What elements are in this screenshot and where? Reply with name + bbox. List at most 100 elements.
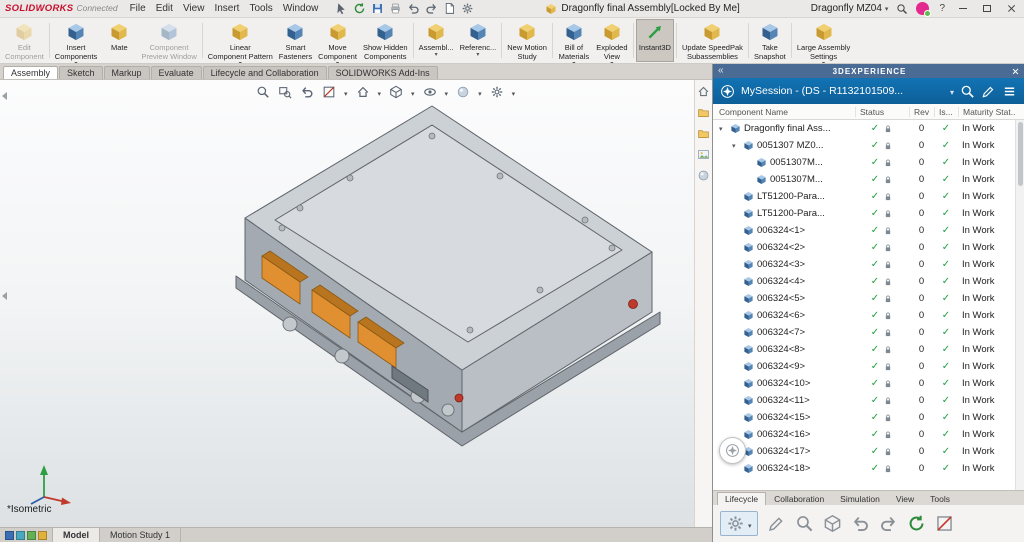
dropdown-arrow-icon[interactable]: ▾ [476, 52, 479, 59]
component-row[interactable]: ▾ 0051307 MZ0... ✓ 0 ✓ In Work [713, 137, 1015, 154]
tab-sketch[interactable]: Sketch [59, 66, 103, 79]
lifecycle-actions-icon[interactable] [726, 514, 745, 533]
menu-icon[interactable] [1002, 84, 1017, 99]
component-row[interactable]: 006324<6> ✓ 0 ✓ In Work [713, 307, 1015, 324]
scrollbar-thumb[interactable] [1018, 122, 1023, 186]
component-row[interactable]: 006324<7> ✓ 0 ✓ In Work [713, 324, 1015, 341]
hide-show-items-icon[interactable] [423, 85, 437, 99]
3dexperience-assistant-button[interactable] [719, 437, 746, 464]
ribbon-button-exploded-view[interactable]: ExplodedView ▾ [593, 19, 631, 62]
dropdown-arrow-icon[interactable]: ▾ [435, 52, 438, 59]
help-button[interactable]: ? [937, 3, 947, 14]
tab-solidworks-add-ins[interactable]: SOLIDWORKS Add-Ins [328, 66, 438, 79]
file-properties-icon[interactable] [443, 2, 456, 15]
new-revision-icon[interactable] [907, 514, 926, 533]
file-explorer-icon[interactable] [697, 127, 710, 140]
dropdown-arrow-icon[interactable] [411, 83, 415, 101]
menu-insert[interactable]: Insert [209, 3, 244, 14]
component-row[interactable]: 0051307M... ✓ 0 ✓ In Work [713, 171, 1015, 188]
dropdown-arrow-icon[interactable] [478, 83, 482, 101]
component-row[interactable]: 006324<16> ✓ 0 ✓ In Work [713, 426, 1015, 443]
close-panel-button[interactable] [1007, 68, 1019, 75]
user-avatar[interactable] [916, 2, 929, 15]
panel-tab-simulation[interactable]: Simulation [832, 492, 888, 505]
ribbon-button-component-preview-window[interactable]: ComponentPreview Window [138, 19, 199, 62]
save-icon[interactable] [371, 2, 384, 15]
component-row[interactable]: 006324<10> ✓ 0 ✓ In Work [713, 375, 1015, 392]
tab-markup[interactable]: Markup [104, 66, 150, 79]
component-row[interactable]: 006324<1> ✓ 0 ✓ In Work [713, 222, 1015, 239]
collapse-node-icon[interactable]: ▾ [719, 125, 727, 133]
dropdown-arrow-icon[interactable] [445, 83, 449, 101]
component-row[interactable]: 006324<5> ✓ 0 ✓ In Work [713, 290, 1015, 307]
display-style-icon[interactable] [389, 85, 403, 99]
ribbon-button-insert-components[interactable]: InsertComponents ▾ [52, 19, 101, 62]
edit-appearance-icon[interactable] [456, 85, 470, 99]
search-icon[interactable] [896, 3, 908, 15]
design-library-icon[interactable] [697, 106, 710, 119]
chevron-down-icon[interactable] [950, 82, 954, 100]
options-icon[interactable] [461, 2, 474, 15]
tab-motion-study-1[interactable]: Motion Study 1 [100, 528, 181, 542]
workspace-selector[interactable]: Dragonfly MZ04 [811, 3, 889, 14]
explore-icon[interactable] [795, 514, 814, 533]
tab-lifecycle-and-collaboration[interactable]: Lifecycle and Collaboration [203, 66, 327, 79]
ribbon-button-update-speedpak-subassemblies[interactable]: Update SpeedPakSubassemblies [679, 19, 746, 62]
previous-view-icon[interactable] [300, 85, 314, 99]
view-palette-icon[interactable] [697, 148, 710, 161]
tab-assembly[interactable]: Assembly [3, 66, 58, 79]
ribbon-button-linear-component-pattern[interactable]: LinearComponent Pattern ▾ [205, 19, 276, 62]
collapse-feature-tree-arrow[interactable] [2, 92, 7, 100]
dropdown-arrow-icon[interactable] [344, 83, 348, 101]
compare-icon[interactable] [935, 514, 954, 533]
viewport-pane-button-3[interactable] [27, 531, 36, 540]
column-issues[interactable]: Is... [934, 107, 958, 117]
view-settings-icon[interactable] [490, 85, 504, 99]
column-rev[interactable]: Rev [909, 107, 934, 117]
component-row[interactable]: 006324<17> ✓ 0 ✓ In Work [713, 443, 1015, 460]
table-scrollbar[interactable] [1015, 120, 1024, 490]
redo-icon[interactable] [425, 2, 438, 15]
component-row[interactable]: 006324<11> ✓ 0 ✓ In Work [713, 392, 1015, 409]
ribbon-button-referenc[interactable]: Referenc... ▾ [457, 19, 500, 62]
tab-evaluate[interactable]: Evaluate [151, 66, 202, 79]
tab-model[interactable]: Model [53, 528, 100, 542]
ribbon-button-assembl[interactable]: Assembl... ▾ [416, 19, 457, 62]
menu-edit[interactable]: Edit [151, 3, 178, 14]
check-in-icon[interactable] [851, 514, 870, 533]
bookmarks-icon[interactable] [767, 514, 786, 533]
ribbon-button-take-snapshot[interactable]: TakeSnapshot [751, 19, 789, 62]
viewport-pane-button-2[interactable] [16, 531, 25, 540]
options-icon[interactable] [823, 514, 842, 533]
minimize-button[interactable] [955, 2, 971, 16]
column-component-name[interactable]: Component Name [713, 107, 855, 117]
graphics-viewport[interactable]: *Isometric [0, 80, 694, 527]
component-row[interactable]: LT51200-Para... ✓ 0 ✓ In Work [713, 205, 1015, 222]
panel-tab-collaboration[interactable]: Collaboration [766, 492, 832, 505]
component-row[interactable]: 006324<2> ✓ 0 ✓ In Work [713, 239, 1015, 256]
undo-icon[interactable] [407, 2, 420, 15]
menu-view[interactable]: View [178, 3, 210, 14]
menu-file[interactable]: File [125, 3, 151, 14]
panel-tab-tools[interactable]: Tools [922, 492, 958, 505]
component-row[interactable]: 0051307M... ✓ 0 ✓ In Work [713, 154, 1015, 171]
3d-model-dragonfly-assembly[interactable] [0, 80, 694, 527]
ribbon-button-edit-component[interactable]: EditComponent [2, 19, 47, 62]
select-icon[interactable] [335, 2, 348, 15]
print-icon[interactable] [389, 2, 402, 15]
ribbon-button-large-assembly-settings[interactable]: Large AssemblySettings ▾ [794, 19, 853, 62]
ribbon-button-move-component[interactable]: MoveComponent ▾ [315, 19, 360, 62]
zoom-area-icon[interactable] [278, 85, 292, 99]
compass-icon[interactable] [720, 84, 735, 99]
ribbon-button-bill-of-materials[interactable]: Bill ofMaterials ▾ [555, 19, 593, 62]
panel-tab-view[interactable]: View [888, 492, 922, 505]
tag-icon[interactable] [981, 84, 996, 99]
collapse-panel-button[interactable]: « [718, 66, 732, 76]
expand-feature-tree-arrow[interactable] [2, 292, 7, 300]
home-icon[interactable] [697, 85, 710, 98]
component-row[interactable]: 006324<4> ✓ 0 ✓ In Work [713, 273, 1015, 290]
dropdown-arrow-icon[interactable] [512, 83, 516, 101]
component-row[interactable]: 006324<8> ✓ 0 ✓ In Work [713, 341, 1015, 358]
maximize-button[interactable] [979, 2, 995, 16]
component-row[interactable]: 006324<9> ✓ 0 ✓ In Work [713, 358, 1015, 375]
